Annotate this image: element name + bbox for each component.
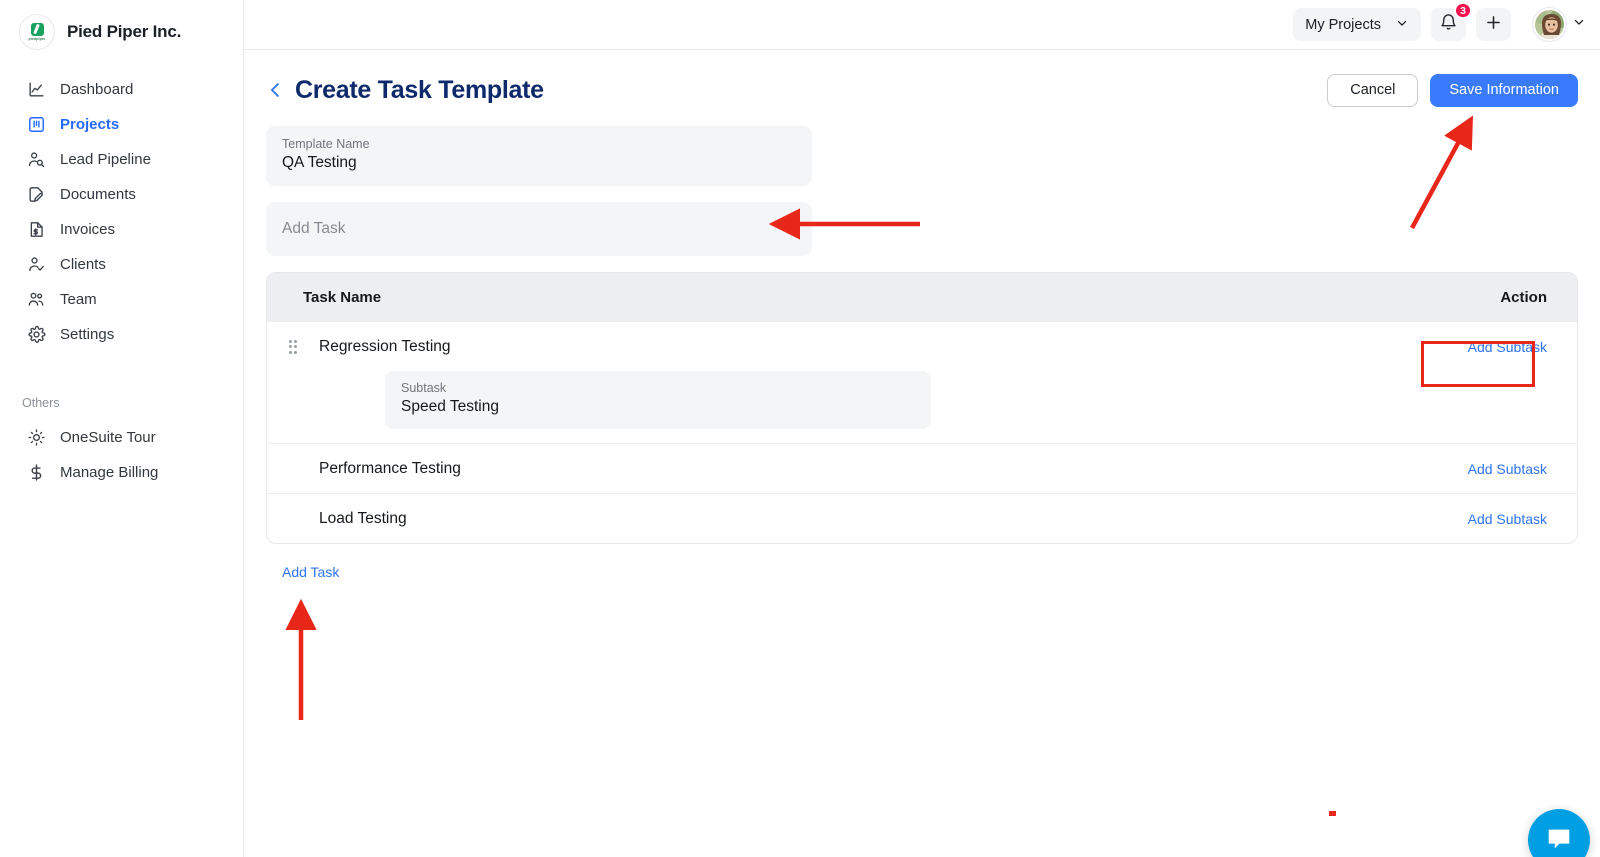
logo-wordmark: piedpiper	[28, 36, 46, 41]
add-subtask-link[interactable]: Add Subtask	[1468, 461, 1547, 477]
notifications-button[interactable]: 3	[1431, 2, 1472, 41]
users-icon	[26, 290, 46, 310]
sidebar-item-team[interactable]: Team	[0, 282, 243, 317]
add-task-link[interactable]: Add Task	[282, 564, 339, 580]
sidebar-item-onesuite-tour[interactable]: OneSuite Tour	[0, 420, 243, 455]
table-row: Regression Testing Add Subtask Subtask S…	[267, 321, 1577, 443]
sidebar-item-manage-billing[interactable]: Manage Billing	[0, 455, 243, 490]
sidebar-item-label: Invoices	[60, 221, 116, 238]
column-header-task-name: Task Name	[303, 288, 382, 306]
user-check-icon	[26, 255, 46, 275]
tasks-table: Task Name Action Regression Testing Add …	[266, 272, 1578, 544]
brand-header[interactable]: piedpiper Pied Piper Inc.	[0, 0, 243, 50]
table-header-row: Task Name Action	[267, 273, 1577, 321]
main-content: My Projects 3 Create Task Template Cance…	[244, 0, 1600, 857]
subtask-label: Subtask	[401, 381, 447, 395]
notification-badge: 3	[1454, 2, 1472, 19]
page-actions: Cancel Save Information	[1327, 73, 1578, 107]
chart-line-icon	[26, 80, 46, 100]
subtask-zone: Subtask Speed Testing	[285, 371, 1547, 443]
document-edit-icon	[26, 185, 46, 205]
user-menu[interactable]	[1533, 8, 1586, 41]
add-task-placeholder: Add Task	[282, 220, 346, 237]
table-row-main: Regression Testing Add Subtask	[285, 322, 1547, 371]
sidebar-item-label: Documents	[60, 186, 136, 203]
add-task-input[interactable]: Add Task	[266, 202, 812, 256]
back-button[interactable]	[266, 79, 285, 101]
cancel-button[interactable]: Cancel	[1327, 73, 1419, 107]
sidebar-item-label: Manage Billing	[60, 464, 159, 481]
template-name-value: QA Testing	[282, 154, 357, 171]
table-row: Load Testing Add Subtask	[267, 493, 1577, 543]
add-subtask-link[interactable]: Add Subtask	[1468, 511, 1547, 527]
sidebar-item-label: Team	[60, 291, 97, 308]
top-bar: My Projects 3	[244, 0, 1600, 50]
stray-marker	[1329, 811, 1336, 816]
sidebar-item-clients[interactable]: Clients	[0, 247, 243, 282]
avatar	[1533, 8, 1566, 41]
gear-icon	[26, 325, 46, 345]
annotation-box-add-subtask	[1421, 341, 1535, 387]
sidebar-item-dashboard[interactable]: Dashboard	[0, 72, 243, 107]
sidebar-item-label: Lead Pipeline	[60, 151, 151, 168]
brand-name: Pied Piper Inc.	[67, 21, 182, 41]
app-root: piedpiper Pied Piper Inc. Dashboard Proj…	[0, 0, 1600, 857]
subtask-value: Speed Testing	[401, 398, 499, 415]
sidebar-item-lead-pipeline[interactable]: Lead Pipeline	[0, 142, 243, 177]
template-form: Template Name QA Testing Add Task	[244, 108, 1600, 256]
task-name: Load Testing	[319, 509, 407, 527]
sidebar-item-label: OneSuite Tour	[60, 429, 156, 446]
table-row-main: Performance Testing Add Subtask	[285, 444, 1547, 493]
sidebar-nav: Dashboard Projects Lead Pipeline Documen…	[0, 72, 243, 490]
column-header-action: Action	[1500, 288, 1547, 306]
template-name-label: Template Name	[282, 137, 370, 151]
template-name-field[interactable]: Template Name QA Testing	[266, 126, 812, 186]
table-row-main: Load Testing Add Subtask	[285, 494, 1547, 543]
sidebar-item-settings[interactable]: Settings	[0, 317, 243, 352]
kanban-board-icon	[26, 115, 46, 135]
task-name: Performance Testing	[319, 459, 461, 477]
dollar-sign-icon	[26, 463, 46, 483]
sidebar: piedpiper Pied Piper Inc. Dashboard Proj…	[0, 0, 244, 857]
chat-bubble-icon	[1544, 823, 1574, 857]
sidebar-item-projects[interactable]: Projects	[0, 107, 243, 142]
sun-tour-icon	[26, 428, 46, 448]
sidebar-item-label: Settings	[60, 326, 115, 343]
piedpiper-logo-icon: piedpiper	[19, 13, 55, 50]
project-selector[interactable]: My Projects	[1293, 8, 1421, 41]
task-name: Regression Testing	[319, 337, 451, 355]
chevron-down-icon	[1395, 16, 1409, 34]
page-header: Create Task Template Cancel Save Informa…	[244, 50, 1600, 108]
sidebar-item-label: Dashboard	[60, 81, 134, 98]
sidebar-section-others-label: Others	[22, 396, 60, 410]
add-button[interactable]	[1476, 8, 1511, 41]
sidebar-item-documents[interactable]: Documents	[0, 177, 243, 212]
chat-widget-button[interactable]	[1528, 809, 1590, 857]
sidebar-item-label: Projects	[60, 116, 120, 133]
chevron-down-icon	[1572, 15, 1586, 34]
plus-icon	[1484, 13, 1503, 37]
project-selector-label: My Projects	[1305, 16, 1381, 33]
sidebar-item-label: Clients	[60, 256, 106, 273]
sidebar-item-invoices[interactable]: Invoices	[0, 212, 243, 247]
user-search-icon	[26, 150, 46, 170]
table-row: Performance Testing Add Subtask	[267, 443, 1577, 493]
invoice-dollar-icon	[26, 220, 46, 240]
drag-handle-icon[interactable]	[285, 339, 301, 355]
save-information-button[interactable]: Save Information	[1430, 73, 1578, 107]
subtask-field[interactable]: Subtask Speed Testing	[385, 371, 931, 429]
page-title: Create Task Template	[295, 75, 544, 104]
